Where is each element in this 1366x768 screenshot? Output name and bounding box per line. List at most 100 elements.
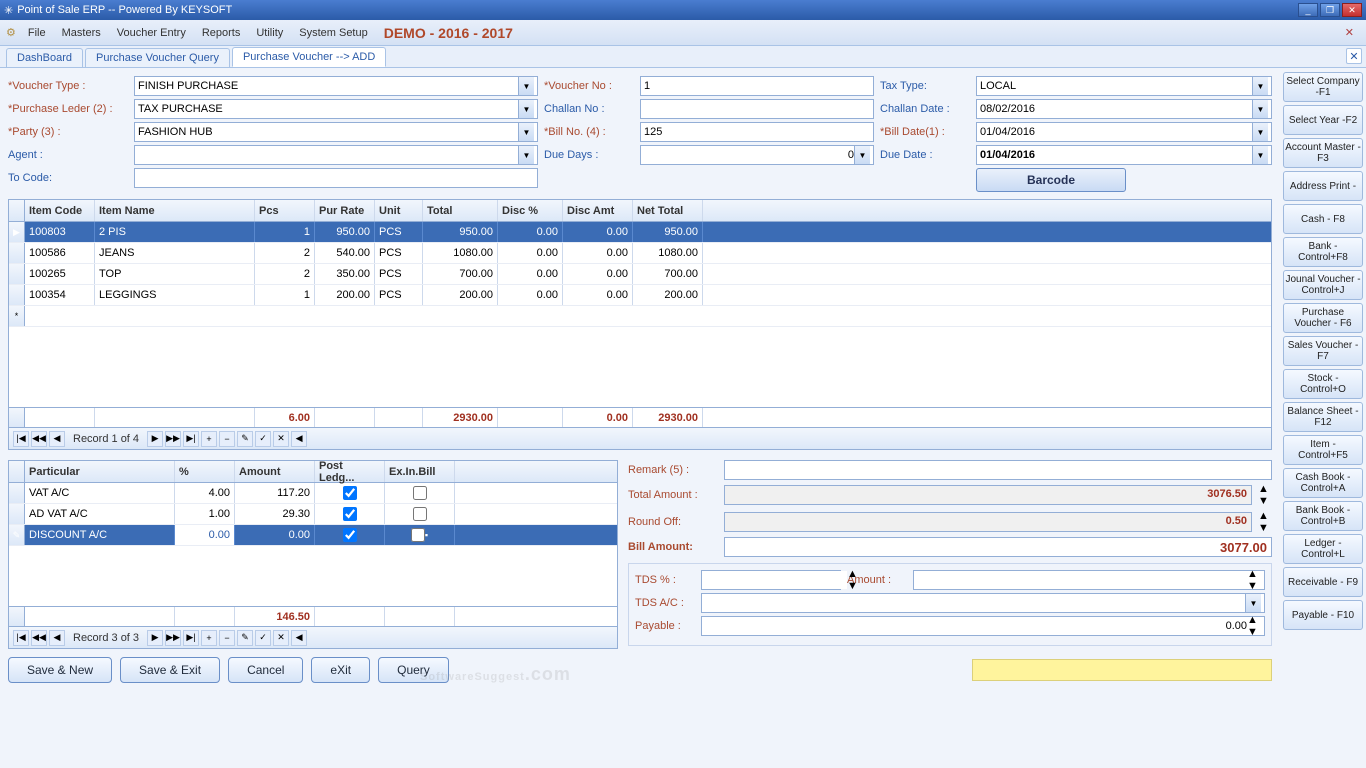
nav-last-icon[interactable]: ▶| — [183, 630, 199, 646]
nav-undo-icon[interactable]: ◀ — [291, 431, 307, 447]
sidebar-button[interactable]: Cash Book - Control+A — [1283, 468, 1363, 498]
sidebar-button[interactable]: Item - Control+F5 — [1283, 435, 1363, 465]
item-row[interactable]: 100265 TOP 2 350.00 PCS 700.00 0.00 0.00… — [9, 264, 1271, 285]
spin-up-icon[interactable]: ▲ — [1258, 510, 1272, 522]
sidebar-button[interactable]: Receivable - F9 — [1283, 567, 1363, 597]
save-new-button[interactable]: Save & New — [8, 657, 112, 683]
menu-file[interactable]: File — [20, 23, 54, 43]
col-pcs[interactable]: Pcs — [255, 200, 315, 221]
inner-close-icon[interactable]: ✕ — [1339, 26, 1360, 39]
ex-in-bill-checkbox[interactable] — [411, 528, 425, 542]
tab-close-icon[interactable]: ✕ — [1346, 48, 1362, 64]
tab-purchase-voucher-add[interactable]: Purchase Voucher --> ADD — [232, 47, 386, 67]
minimize-button[interactable]: _ — [1298, 3, 1318, 17]
ledger-row[interactable]: VAT A/C 4.00 117.20 — [9, 483, 617, 504]
voucher-type-combo[interactable]: ▼ — [134, 76, 538, 96]
col-amount[interactable]: Amount — [235, 461, 315, 482]
menu-utility[interactable]: Utility — [248, 23, 291, 43]
menu-voucher-entry[interactable]: Voucher Entry — [109, 23, 194, 43]
sidebar-button[interactable]: Stock - Control+O — [1283, 369, 1363, 399]
col-unit[interactable]: Unit — [375, 200, 423, 221]
menu-masters[interactable]: Masters — [54, 23, 109, 43]
voucher-no-input[interactable] — [640, 76, 874, 96]
ledger-row[interactable]: AD VAT A/C 1.00 29.30 — [9, 504, 617, 525]
col-disc-pct[interactable]: Disc % — [498, 200, 563, 221]
nav-check-icon[interactable]: ✓ — [255, 431, 271, 447]
ex-in-bill-checkbox[interactable] — [413, 507, 427, 521]
tds-ac-combo[interactable]: ▼ — [701, 593, 1265, 613]
tds-amount-input[interactable]: ▲▼ — [913, 570, 1265, 590]
sidebar-button[interactable]: Account Master - F3 — [1283, 138, 1363, 168]
nav-first-icon[interactable]: |◀ — [13, 431, 29, 447]
tax-type-combo[interactable]: ▼ — [976, 76, 1272, 96]
col-particular[interactable]: Particular — [25, 461, 175, 482]
sidebar-button[interactable]: Select Company -F1 — [1283, 72, 1363, 102]
nav-next-icon[interactable]: ▶ — [147, 431, 163, 447]
item-row[interactable]: 100354 LEGGINGS 1 200.00 PCS 200.00 0.00… — [9, 285, 1271, 306]
save-exit-button[interactable]: Save & Exit — [120, 657, 220, 683]
col-item-code[interactable]: Item Code — [25, 200, 95, 221]
query-button[interactable]: Query — [378, 657, 449, 683]
payable-input[interactable]: ▲▼ — [701, 616, 1265, 636]
sidebar-button[interactable]: Jounal Voucher - Control+J — [1283, 270, 1363, 300]
bill-date-input[interactable]: ▼ — [976, 122, 1272, 142]
bill-no-input[interactable] — [640, 122, 874, 142]
nav-check-icon[interactable]: ✓ — [255, 630, 271, 646]
chevron-down-icon[interactable]: ▼ — [518, 77, 534, 95]
exit-button[interactable]: eXit — [311, 657, 370, 683]
nav-add-icon[interactable]: + — [201, 431, 217, 447]
nav-prev-icon[interactable]: ◀ — [49, 431, 65, 447]
due-days-input[interactable]: ▼ — [640, 145, 874, 165]
sidebar-button[interactable]: Bank - Control+F8 — [1283, 237, 1363, 267]
challan-date-input[interactable]: ▼ — [976, 99, 1272, 119]
nav-cancel-icon[interactable]: ✕ — [273, 431, 289, 447]
sidebar-button[interactable]: Sales Voucher - F7 — [1283, 336, 1363, 366]
spin-down-icon[interactable]: ▼ — [1258, 495, 1272, 507]
nav-edit-icon[interactable]: ✎ — [237, 630, 253, 646]
col-post-ledger[interactable]: Post Ledg... — [315, 461, 385, 482]
nav-last-icon[interactable]: ▶| — [183, 431, 199, 447]
sidebar-button[interactable]: Purchase Voucher - F6 — [1283, 303, 1363, 333]
party-combo[interactable]: ▼ — [134, 122, 538, 142]
sidebar-button[interactable]: Balance Sheet - F12 — [1283, 402, 1363, 432]
ledger-row[interactable]: ✎ DISCOUNT A/C 0.00 0.00 ▪ — [9, 525, 617, 546]
spin-down-icon[interactable]: ▼ — [1258, 522, 1272, 534]
purchase-ledger-combo[interactable]: ▼ — [134, 99, 538, 119]
col-total[interactable]: Total — [423, 200, 498, 221]
to-code-input[interactable] — [134, 168, 538, 188]
challan-no-input[interactable] — [640, 99, 874, 119]
nav-undo-icon[interactable]: ◀ — [291, 630, 307, 646]
barcode-button[interactable]: Barcode — [976, 168, 1126, 192]
sidebar-button[interactable]: Ledger - Control+L — [1283, 534, 1363, 564]
col-pct[interactable]: % — [175, 461, 235, 482]
menu-reports[interactable]: Reports — [194, 23, 249, 43]
tab-purchase-voucher-query[interactable]: Purchase Voucher Query — [85, 48, 230, 67]
sidebar-button[interactable]: Select Year -F2 — [1283, 105, 1363, 135]
spin-up-icon[interactable]: ▲ — [1258, 483, 1272, 495]
remark-input[interactable] — [724, 460, 1272, 480]
chevron-down-icon[interactable]: ▼ — [1252, 77, 1268, 95]
sidebar-button[interactable]: Bank Book - Control+B — [1283, 501, 1363, 531]
chevron-down-icon[interactable]: ▼ — [1252, 100, 1268, 118]
nav-cancel-icon[interactable]: ✕ — [273, 630, 289, 646]
col-pur-rate[interactable]: Pur Rate — [315, 200, 375, 221]
col-ex-in-bill[interactable]: Ex.In.Bill — [385, 461, 455, 482]
sidebar-button[interactable]: Payable - F10 — [1283, 600, 1363, 630]
tab-dashboard[interactable]: DashBoard — [6, 48, 83, 67]
chevron-down-icon[interactable]: ▼ — [518, 100, 534, 118]
chevron-down-icon[interactable]: ▼ — [1252, 146, 1268, 164]
chevron-down-icon[interactable]: ▼ — [518, 123, 534, 141]
post-ledger-checkbox[interactable] — [343, 486, 357, 500]
cancel-button[interactable]: Cancel — [228, 657, 303, 683]
agent-combo[interactable]: ▼ — [134, 145, 538, 165]
sidebar-button[interactable]: Cash - F8 — [1283, 204, 1363, 234]
col-disc-amt[interactable]: Disc Amt — [563, 200, 633, 221]
item-row[interactable]: ▶ 100803 2 PIS 1 950.00 PCS 950.00 0.00 … — [9, 222, 1271, 243]
col-item-name[interactable]: Item Name — [95, 200, 255, 221]
nav-remove-icon[interactable]: − — [219, 431, 235, 447]
nav-remove-icon[interactable]: − — [219, 630, 235, 646]
chevron-down-icon[interactable]: ▼ — [1245, 594, 1261, 612]
chevron-down-icon[interactable]: ▼ — [1252, 123, 1268, 141]
nav-next-icon[interactable]: ▶ — [147, 630, 163, 646]
nav-prevpage-icon[interactable]: ◀◀ — [31, 431, 47, 447]
